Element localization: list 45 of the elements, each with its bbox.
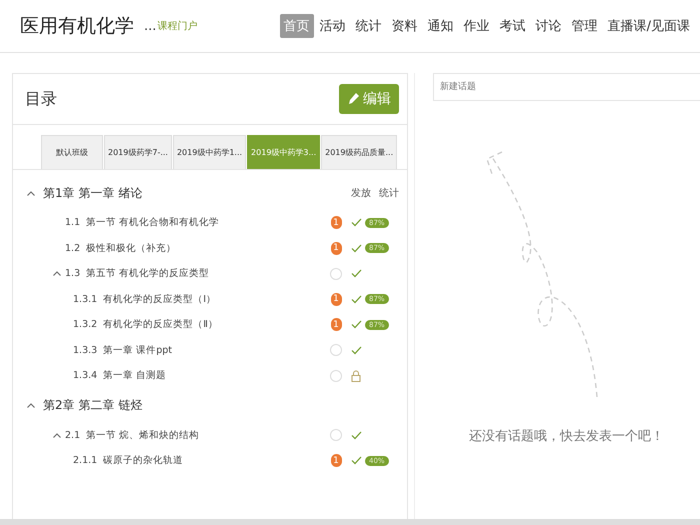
empty-circle-icon xyxy=(330,268,342,280)
lesson-title[interactable]: 1.3.2 有机化学的反应类型（Ⅱ） xyxy=(73,318,325,332)
nav-tab[interactable]: 作业 xyxy=(460,14,494,38)
nav-tab[interactable]: 通知 xyxy=(424,14,458,38)
class-tab[interactable]: 默认班级 xyxy=(41,135,103,169)
empty-message: 还没有话题哦，快去发表一个吧！ xyxy=(469,428,664,445)
chapter-title[interactable]: 第2章 第二章 链烃 xyxy=(43,397,399,414)
lesson-title[interactable]: 1.2 极性和极化（补充） xyxy=(65,242,325,255)
lesson-title[interactable]: 2.1.1 碳原子的杂化轨道 xyxy=(73,454,325,468)
nav-tab[interactable]: 讨论 xyxy=(532,14,566,38)
count-badge: 1 xyxy=(330,216,342,230)
lesson-title[interactable]: 1.1 第一节 有机化合物和有机化学 xyxy=(65,216,325,230)
nav-tab[interactable]: 管理 xyxy=(568,14,602,38)
class-tab[interactable]: 2019级药品质量... xyxy=(321,135,398,169)
count-badge: 1 xyxy=(330,454,342,468)
nav-tab[interactable]: 资料 xyxy=(388,14,422,38)
nav-tab[interactable]: 统计 xyxy=(352,14,386,38)
empty-circle-icon xyxy=(330,344,342,356)
course-title: 医用有机化学 xyxy=(20,14,134,39)
nav-tab[interactable]: 考试 xyxy=(496,14,530,38)
count-badge: 1 xyxy=(330,242,342,255)
column-header: 统计 xyxy=(379,186,399,200)
lesson-title[interactable]: 2.1 第一节 烷、烯和炔的结构 xyxy=(65,428,325,442)
nav-tab[interactable]: 直播课/见面课 xyxy=(604,14,694,38)
empty-circle-icon xyxy=(330,370,342,382)
ellipsis: ... xyxy=(144,18,156,34)
caret-icon[interactable] xyxy=(53,271,61,276)
chapter-title[interactable]: 第1章 第一章 绪论 xyxy=(43,184,343,202)
count-badge: 1 xyxy=(330,318,342,332)
column-header: 发放 xyxy=(351,187,371,200)
lesson-title[interactable]: 1.3.3 第一章 课件ppt xyxy=(73,344,325,357)
count-badge: 1 xyxy=(330,292,342,306)
class-tab[interactable]: 2019级药学7-... xyxy=(104,135,172,169)
lesson-title[interactable]: 1.3.4 第一章 自测题 xyxy=(73,369,325,382)
caret-icon[interactable] xyxy=(27,403,35,408)
catalog-title: 目录 xyxy=(25,88,57,110)
nav-tab[interactable]: 活动 xyxy=(316,14,350,38)
empty-circle-icon xyxy=(330,429,342,442)
class-tab[interactable]: 2019级中药学1... xyxy=(172,135,246,169)
caret-icon[interactable] xyxy=(53,432,61,438)
pencil-icon xyxy=(347,92,360,106)
lesson-title[interactable]: 1.3 第五节 有机化学的反应类型 xyxy=(65,267,325,280)
lesson-title[interactable]: 1.3.1 有机化学的反应类型（Ⅰ） xyxy=(73,292,325,306)
caret-icon[interactable] xyxy=(27,190,35,196)
new-topic-field[interactable]: 新建话题 xyxy=(433,73,700,101)
